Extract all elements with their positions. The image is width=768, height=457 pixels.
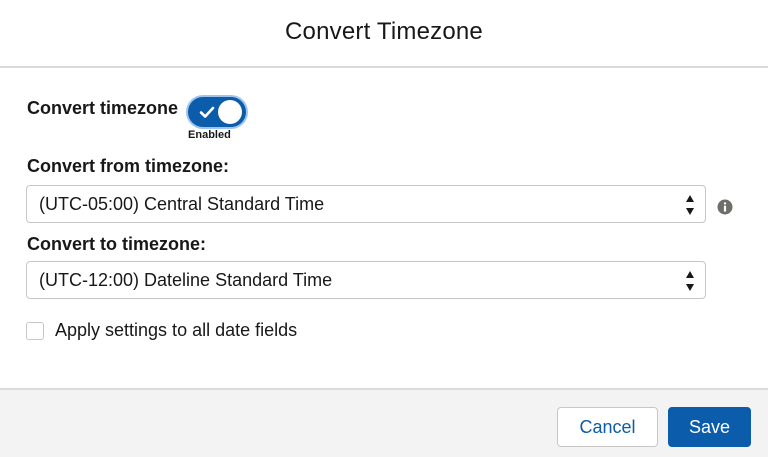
save-button[interactable]: Save xyxy=(668,407,751,447)
toggle-status-text: Enabled xyxy=(188,129,231,141)
to-timezone-value: (UTC-12:00) Dateline Standard Time xyxy=(39,269,333,290)
to-timezone-label: Convert to timezone: xyxy=(27,234,207,254)
convert-timezone-toggle-wrap: Enabled xyxy=(188,97,248,141)
apply-all-label[interactable]: Apply settings to all date fields xyxy=(55,320,297,341)
convert-timezone-toggle[interactable] xyxy=(188,97,247,127)
up-down-arrows-icon xyxy=(686,271,694,291)
apply-all-row: Apply settings to all date fields xyxy=(26,320,297,341)
from-timezone-value: (UTC-05:00) Central Standard Time xyxy=(39,193,325,214)
from-timezone-select[interactable]: (UTC-05:00) Central Standard Time xyxy=(26,185,706,223)
info-icon[interactable] xyxy=(717,199,733,215)
convert-timezone-row: Convert timezone Enabled xyxy=(27,97,248,141)
cancel-button[interactable]: Cancel xyxy=(557,407,658,447)
modal-body: Convert timezone Enabled Convert from ti… xyxy=(0,68,768,388)
apply-all-checkbox[interactable] xyxy=(26,321,44,340)
modal-header: Convert Timezone xyxy=(0,0,768,68)
convert-timezone-label: Convert timezone xyxy=(27,98,179,118)
toggle-knob xyxy=(218,100,243,124)
from-timezone-label: Convert from timezone: xyxy=(27,156,230,176)
modal-footer: Cancel Save xyxy=(0,388,768,457)
convert-timezone-modal: Convert Timezone Convert timezone Enable… xyxy=(0,0,768,457)
up-down-arrows-icon xyxy=(686,195,694,215)
to-timezone-select[interactable]: (UTC-12:00) Dateline Standard Time xyxy=(26,261,706,299)
modal-title: Convert Timezone xyxy=(285,18,483,45)
check-icon xyxy=(199,106,215,118)
